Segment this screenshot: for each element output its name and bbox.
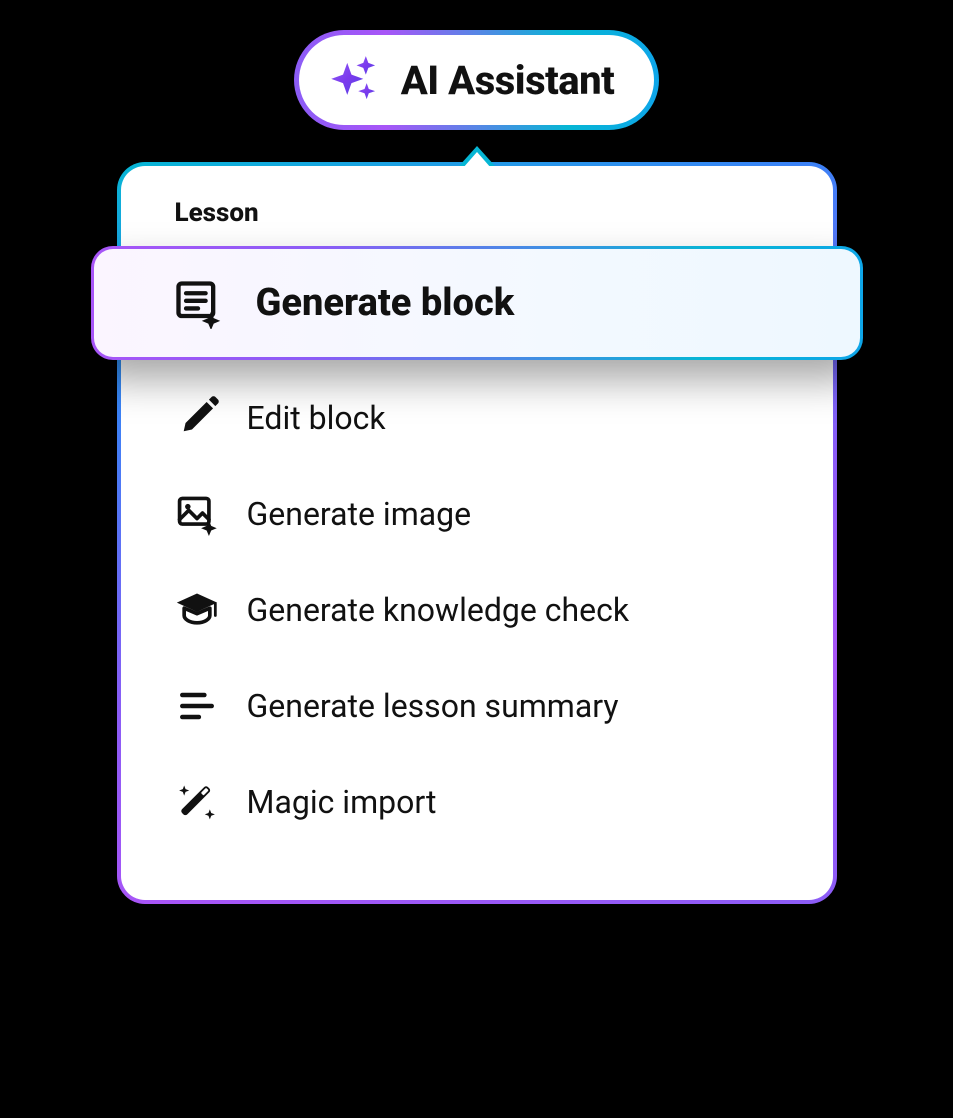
menu-item-label: Generate block — [256, 281, 515, 325]
section-label-lesson: Lesson — [121, 198, 833, 246]
menu-item-generate-image[interactable]: Generate image — [121, 466, 833, 562]
menu-item-label: Edit block — [247, 399, 386, 437]
sparkles-icon — [327, 51, 381, 109]
block-sparkle-icon — [172, 277, 224, 329]
ai-assistant-menu: Lesson Generate block — [117, 162, 837, 904]
lines-icon — [175, 684, 219, 728]
menu-item-edit-block[interactable]: Edit block — [121, 370, 833, 466]
menu-item-label: Generate image — [247, 495, 472, 533]
graduation-cap-icon — [175, 588, 219, 632]
menu-item-generate-lesson-summary[interactable]: Generate lesson summary — [121, 658, 833, 754]
menu-item-label: Magic import — [247, 783, 437, 821]
menu-item-label: Generate knowledge check — [247, 591, 630, 629]
ai-assistant-label: AI Assistant — [401, 57, 614, 104]
ai-assistant-button[interactable]: AI Assistant — [294, 30, 659, 130]
menu-item-generate-knowledge-check[interactable]: Generate knowledge check — [121, 562, 833, 658]
menu-item-label: Generate lesson summary — [247, 687, 619, 725]
menu-item-generate-block[interactable]: Generate block — [91, 246, 863, 360]
menu-item-magic-import[interactable]: Magic import — [121, 754, 833, 850]
image-sparkle-icon — [175, 492, 219, 536]
magic-wand-icon — [175, 780, 219, 824]
pencil-icon — [175, 396, 219, 440]
